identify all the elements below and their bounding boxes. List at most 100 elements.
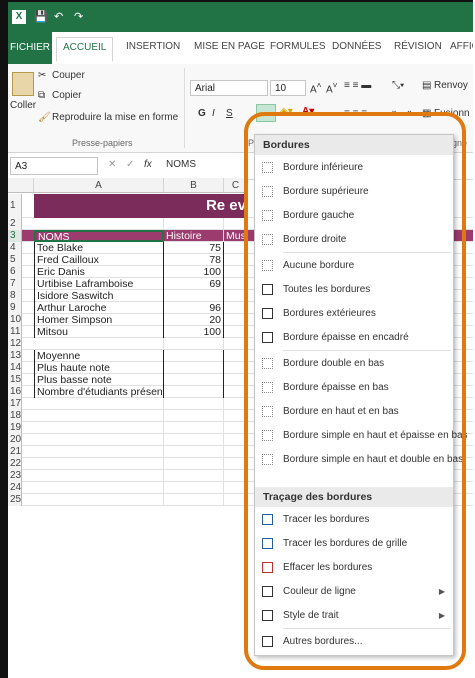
cell-c[interactable] bbox=[224, 338, 248, 350]
cell-a[interactable]: Plus basse note bbox=[34, 374, 164, 386]
cell-b[interactable] bbox=[164, 494, 224, 506]
cell-b[interactable] bbox=[164, 218, 224, 230]
row-number[interactable]: 2 bbox=[8, 218, 22, 230]
menu-item-draw-6[interactable]: Autres bordures... bbox=[255, 631, 453, 653]
cell-b[interactable] bbox=[164, 290, 224, 302]
cell-b[interactable]: Histoire bbox=[164, 230, 224, 242]
redo-icon[interactable]: ↷ bbox=[74, 10, 83, 23]
row-number[interactable]: 15 bbox=[8, 374, 22, 386]
menu-item-border-9[interactable]: Bordure double en bas bbox=[255, 353, 453, 375]
cell-c[interactable] bbox=[224, 374, 248, 386]
row-number[interactable]: 8 bbox=[8, 290, 22, 302]
row-number[interactable]: 6 bbox=[8, 266, 22, 278]
tab-revision[interactable]: RÉVISION bbox=[394, 41, 442, 52]
cell-a[interactable]: Nombre d'étudiants présents bbox=[34, 386, 164, 398]
row-number[interactable]: 7 bbox=[8, 278, 22, 290]
cell-c[interactable] bbox=[224, 266, 248, 278]
cancel-formula-icon[interactable]: ✕ bbox=[108, 159, 116, 170]
cell-b[interactable] bbox=[164, 434, 224, 446]
fill-color-icon[interactable]: ◈▾ bbox=[280, 106, 293, 117]
cell-a[interactable]: Toe Blake bbox=[34, 242, 164, 254]
row-number[interactable]: 3 bbox=[8, 230, 22, 242]
cell-b[interactable] bbox=[164, 410, 224, 422]
reproduire-button[interactable]: Reproduire la mise en forme bbox=[52, 112, 178, 123]
undo-icon[interactable]: ↶ bbox=[54, 10, 63, 23]
coller-button[interactable]: Coller bbox=[10, 100, 36, 111]
cell-c[interactable] bbox=[224, 302, 248, 314]
menu-item-border-3[interactable]: Bordure gauche bbox=[255, 205, 453, 227]
row-number[interactable]: 14 bbox=[8, 362, 22, 374]
row-number[interactable]: 4 bbox=[8, 242, 22, 254]
confirm-formula-icon[interactable]: ✓ bbox=[126, 159, 134, 170]
row-number[interactable]: 22 bbox=[8, 458, 22, 470]
cell-b[interactable] bbox=[164, 362, 224, 374]
cell-c[interactable] bbox=[224, 410, 248, 422]
cell-b[interactable] bbox=[164, 374, 224, 386]
cell-b[interactable] bbox=[164, 398, 224, 410]
cell-c[interactable] bbox=[224, 470, 248, 482]
cell-c[interactable] bbox=[224, 458, 248, 470]
cell-a[interactable] bbox=[34, 482, 164, 494]
tab-fichier[interactable]: FICHIER bbox=[8, 32, 52, 64]
cell-a[interactable] bbox=[34, 446, 164, 458]
cell-c[interactable] bbox=[224, 254, 248, 266]
menu-item-border-10[interactable]: Bordure épaisse en bas bbox=[255, 377, 453, 399]
row-number[interactable]: 13 bbox=[8, 350, 22, 362]
cell-b[interactable]: 100 bbox=[164, 326, 224, 338]
italic-button[interactable]: I bbox=[212, 108, 215, 119]
tab-donnees[interactable]: DONNÉES bbox=[332, 41, 381, 52]
fx-icon[interactable]: fx bbox=[144, 159, 152, 170]
cell-a[interactable] bbox=[34, 218, 164, 230]
grow-font-icon[interactable]: A˄ bbox=[310, 80, 322, 95]
menu-item-border-6[interactable]: Toutes les bordures bbox=[255, 279, 453, 301]
cell-b[interactable] bbox=[164, 350, 224, 362]
cell-b[interactable]: 96 bbox=[164, 302, 224, 314]
tab-mise-en-page[interactable]: MISE EN PAGE bbox=[194, 41, 265, 52]
cell-a[interactable]: Fred Cailloux bbox=[34, 254, 164, 266]
cell-b[interactable] bbox=[164, 338, 224, 350]
menu-item-border-8[interactable]: Bordure épaisse en encadré bbox=[255, 327, 453, 349]
menu-item-border-7[interactable]: Bordures extérieures bbox=[255, 303, 453, 325]
cell-a[interactable]: Isidore Saswitch bbox=[34, 290, 164, 302]
menu-item-border-12[interactable]: Bordure simple en haut et épaisse en bas bbox=[255, 425, 468, 447]
cell-c[interactable] bbox=[224, 494, 248, 506]
cell-c[interactable] bbox=[224, 434, 248, 446]
font-size-select[interactable]: 10 bbox=[270, 80, 306, 96]
menu-item-border-5[interactable]: Aucune bordure bbox=[255, 255, 453, 277]
row-number[interactable]: 1 bbox=[8, 194, 22, 218]
row-number[interactable]: 18 bbox=[8, 410, 22, 422]
cell-c[interactable] bbox=[224, 386, 248, 398]
cell-b[interactable] bbox=[164, 422, 224, 434]
cell-b[interactable] bbox=[164, 482, 224, 494]
cell-a[interactable]: Plus haute note bbox=[34, 362, 164, 374]
column-header-c[interactable]: C bbox=[224, 178, 248, 193]
cell-a[interactable] bbox=[34, 398, 164, 410]
cell-b[interactable]: 78 bbox=[164, 254, 224, 266]
cell-b[interactable] bbox=[164, 458, 224, 470]
row-number[interactable]: 25 bbox=[8, 494, 22, 506]
cell-a[interactable] bbox=[34, 470, 164, 482]
row-number[interactable]: 19 bbox=[8, 422, 22, 434]
cell-c[interactable] bbox=[224, 362, 248, 374]
renvoyer-button[interactable]: Renvoy bbox=[434, 80, 468, 91]
cell-c[interactable]: Musiqu bbox=[224, 230, 248, 242]
cell-c[interactable] bbox=[224, 278, 248, 290]
cell-c[interactable] bbox=[224, 350, 248, 362]
formula-input[interactable]: NOMS bbox=[166, 159, 196, 170]
menu-item-draw-5[interactable]: Style de trait ▶ bbox=[255, 605, 453, 627]
cell-a-selected[interactable]: NOMS bbox=[34, 230, 164, 242]
tab-insertion[interactable]: INSERTION bbox=[126, 41, 180, 52]
title-cell[interactable]: Re ev bbox=[34, 194, 248, 218]
name-box[interactable]: A3 bbox=[10, 157, 98, 175]
cell-b[interactable]: 69 bbox=[164, 278, 224, 290]
cell-a[interactable] bbox=[34, 494, 164, 506]
column-header-corner[interactable] bbox=[8, 178, 34, 193]
menu-item-border-11[interactable]: Bordure en haut et en bas bbox=[255, 401, 453, 423]
cell-c[interactable] bbox=[224, 482, 248, 494]
borders-button[interactable] bbox=[256, 104, 276, 122]
tab-accueil[interactable]: ACCUEIL bbox=[56, 37, 114, 62]
cell-c[interactable] bbox=[224, 314, 248, 326]
fusionner-button[interactable]: Fusionn bbox=[434, 108, 470, 119]
cell-c[interactable] bbox=[224, 326, 248, 338]
row-number[interactable]: 9 bbox=[8, 302, 22, 314]
